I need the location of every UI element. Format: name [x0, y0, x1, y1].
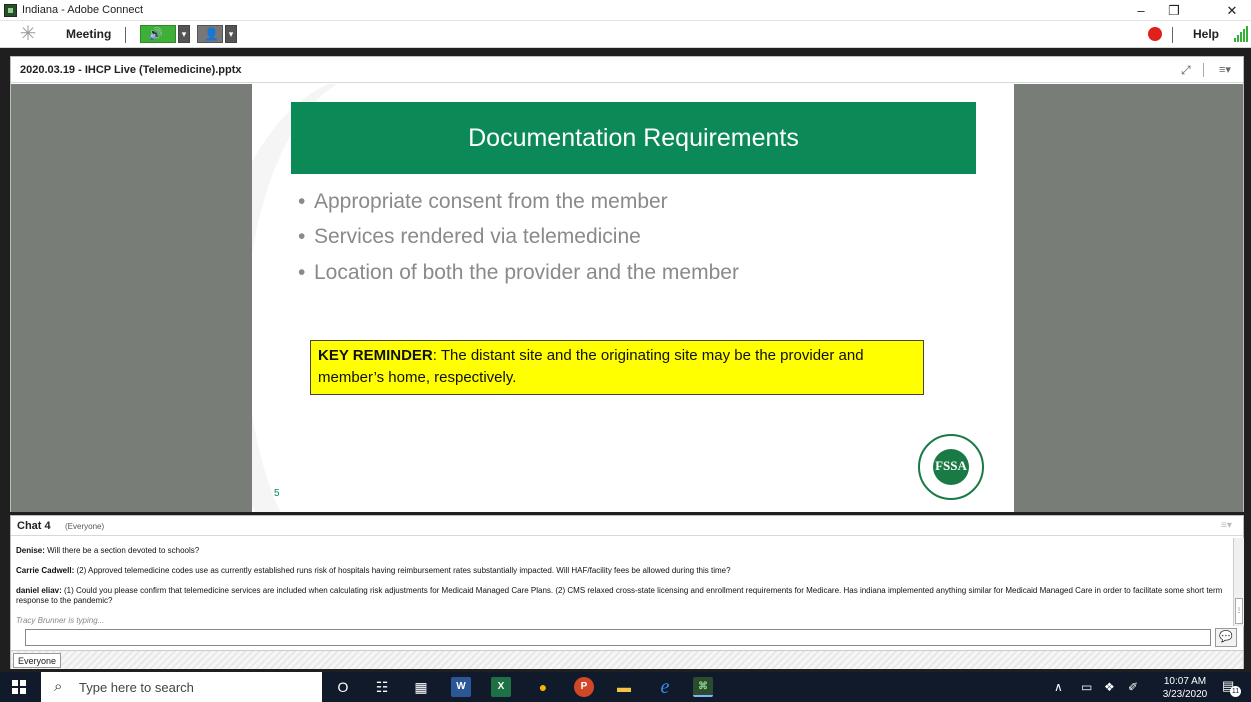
chat-author: Denise: [16, 546, 45, 555]
adobe-connect-taskbar-icon[interactable]: ⌘ [693, 677, 713, 697]
window-title: Indiana - Adobe Connect [22, 4, 144, 16]
file-explorer-icon[interactable]: ▬ [614, 677, 634, 697]
windows-start-icon[interactable] [12, 680, 26, 694]
typing-indicator: Tracy Brunner is typing... [16, 616, 105, 625]
chat-text: (2) Approved telemedicine codes use as c… [74, 566, 731, 575]
powerpoint-icon[interactable]: P [574, 677, 594, 697]
connect-logo-icon: ✳ [19, 23, 37, 45]
close-button[interactable]: ✕ [1216, 0, 1248, 21]
slide-title-banner: Documentation Requirements [291, 102, 976, 174]
chat-text: (1) Could you please confirm that teleme… [16, 586, 1223, 605]
recording-indicator-icon[interactable] [1148, 27, 1162, 41]
presentation-filename: 2020.03.19 - IHCP Live (Telemedicine).pp… [20, 64, 242, 76]
chat-audience: (Everyone) [65, 522, 105, 531]
share-pod-menu-icon[interactable]: ≡▾ [1219, 63, 1231, 76]
slide-bullet: • Services rendered via telemedicine [298, 225, 641, 249]
pen-icon[interactable]: ✐ [1128, 680, 1138, 694]
bullet-text: Services rendered via telemedicine [314, 225, 641, 248]
fssa-seal-logo: FSSA [918, 434, 984, 500]
presentation-stage: Documentation Requirements • Appropriate … [11, 84, 1243, 512]
bullet-text: Location of both the provider and the me… [314, 261, 739, 284]
cortana-icon[interactable]: O [333, 677, 353, 697]
menubar-divider [125, 27, 126, 43]
bullet-text: Appropriate consent from the member [314, 190, 668, 213]
chat-title: Chat 4 [17, 520, 51, 532]
chat-text: Will there be a section devoted to schoo… [44, 546, 200, 555]
show-hidden-icons-icon[interactable]: ∧ [1054, 680, 1063, 694]
chat-author: daniel eliav: [16, 586, 62, 595]
slide-bullet: • Appropriate consent from the member [298, 190, 668, 214]
notifications-icon[interactable]: ▤ 11 [1222, 678, 1241, 697]
camera-dropdown-button[interactable]: ▾ [225, 25, 237, 43]
bullet-icon: • [298, 225, 306, 248]
chat-scrollbar[interactable]: ⋮ [1233, 538, 1244, 626]
bullet-icon: • [298, 261, 306, 284]
slide-page-number: 5 [274, 488, 280, 499]
chat-scroll-thumb[interactable]: ⋮ [1235, 598, 1243, 624]
clock-time: 10:07 AM [1163, 676, 1207, 687]
network-icon[interactable]: ▭ [1081, 680, 1092, 694]
presenter-icon: 👤 [204, 27, 219, 41]
help-menu[interactable]: Help [1193, 27, 1219, 41]
slide-bullet: • Location of both the provider and the m… [298, 261, 739, 285]
header-divider [1203, 63, 1204, 77]
calculator-icon[interactable]: ▦ [411, 677, 431, 697]
send-message-button[interactable]: 💬 [1215, 628, 1237, 647]
chrome-icon[interactable]: ● [533, 677, 553, 697]
key-reminder-box: KEY REMINDER: The distant site and the o… [310, 340, 924, 395]
search-icon: ⌕ [54, 678, 63, 695]
fssa-seal-letters: FSSA [935, 458, 967, 473]
chat-pod-header: Chat 4 (Everyone) ≡▾ [11, 516, 1243, 536]
speaker-button[interactable]: 🔊 [140, 25, 176, 43]
bullet-icon: • [298, 190, 306, 213]
task-view-icon[interactable]: ☷ [372, 677, 392, 697]
clock-date: 3/23/2020 [1162, 689, 1208, 700]
maximize-button[interactable]: ❐ [1158, 0, 1190, 21]
chat-author: Carrie Cadwell: [16, 566, 75, 575]
speaker-dropdown-button[interactable]: ▾ [178, 25, 190, 43]
slide-title: Documentation Requirements [468, 124, 799, 152]
chat-log: Denise: Will there be a section devoted … [11, 538, 1233, 626]
fit-to-screen-icon[interactable]: ⤢ [1181, 63, 1191, 78]
taskbar-search-box[interactable]: ⌕ Type here to search [41, 672, 322, 702]
chat-message: Carrie Cadwell: (2) Approved telemedicin… [16, 566, 1228, 576]
word-icon[interactable]: W [451, 677, 471, 697]
connection-signal-icon [1234, 26, 1248, 42]
camera-button[interactable]: 👤 [197, 25, 223, 43]
chat-menu-icon[interactable]: ≡▾ [1221, 520, 1232, 531]
chat-message-input[interactable] [25, 629, 1211, 646]
speaker-icon: 🔊 [148, 27, 163, 41]
dropbox-icon[interactable]: ❖ [1104, 680, 1115, 694]
chat-tab-strip [11, 650, 1243, 669]
notification-count-badge: 11 [1230, 686, 1241, 697]
chat-pod: Chat 4 (Everyone) ≡▾ Denise: Will there … [10, 515, 1244, 669]
meeting-menubar: ✳ Meeting 🔊 ▾ 👤 ▾ Help [0, 21, 1251, 48]
key-reminder-label: KEY REMINDER [318, 347, 433, 364]
app-icon [4, 4, 17, 17]
window-title-bar: Indiana - Adobe Connect – ❐ ✕ [0, 0, 1251, 21]
menubar-divider-right [1172, 27, 1173, 43]
slide: Documentation Requirements • Appropriate … [252, 84, 1014, 512]
speech-bubble-icon: 💬 [1219, 631, 1233, 643]
tab-everyone[interactable]: Everyone [13, 653, 62, 668]
minimize-button[interactable]: – [1125, 0, 1157, 21]
share-pod: 2020.03.19 - IHCP Live (Telemedicine).pp… [10, 56, 1244, 512]
share-pod-header: 2020.03.19 - IHCP Live (Telemedicine).pp… [11, 57, 1243, 83]
excel-icon[interactable]: X [491, 677, 511, 697]
windows-taskbar: ⌕ Type here to search O ☷ ▦ W X ● P ▬ e … [0, 672, 1251, 702]
taskbar-clock[interactable]: 10:07 AM 3/23/2020 [1160, 675, 1210, 701]
chat-message: daniel eliav: (1) Could you please confi… [16, 586, 1228, 606]
chat-message: Denise: Will there be a section devoted … [16, 546, 1228, 556]
meeting-menu[interactable]: Meeting [66, 27, 111, 41]
search-placeholder: Type here to search [79, 680, 194, 695]
edge-icon[interactable]: e [655, 677, 675, 697]
